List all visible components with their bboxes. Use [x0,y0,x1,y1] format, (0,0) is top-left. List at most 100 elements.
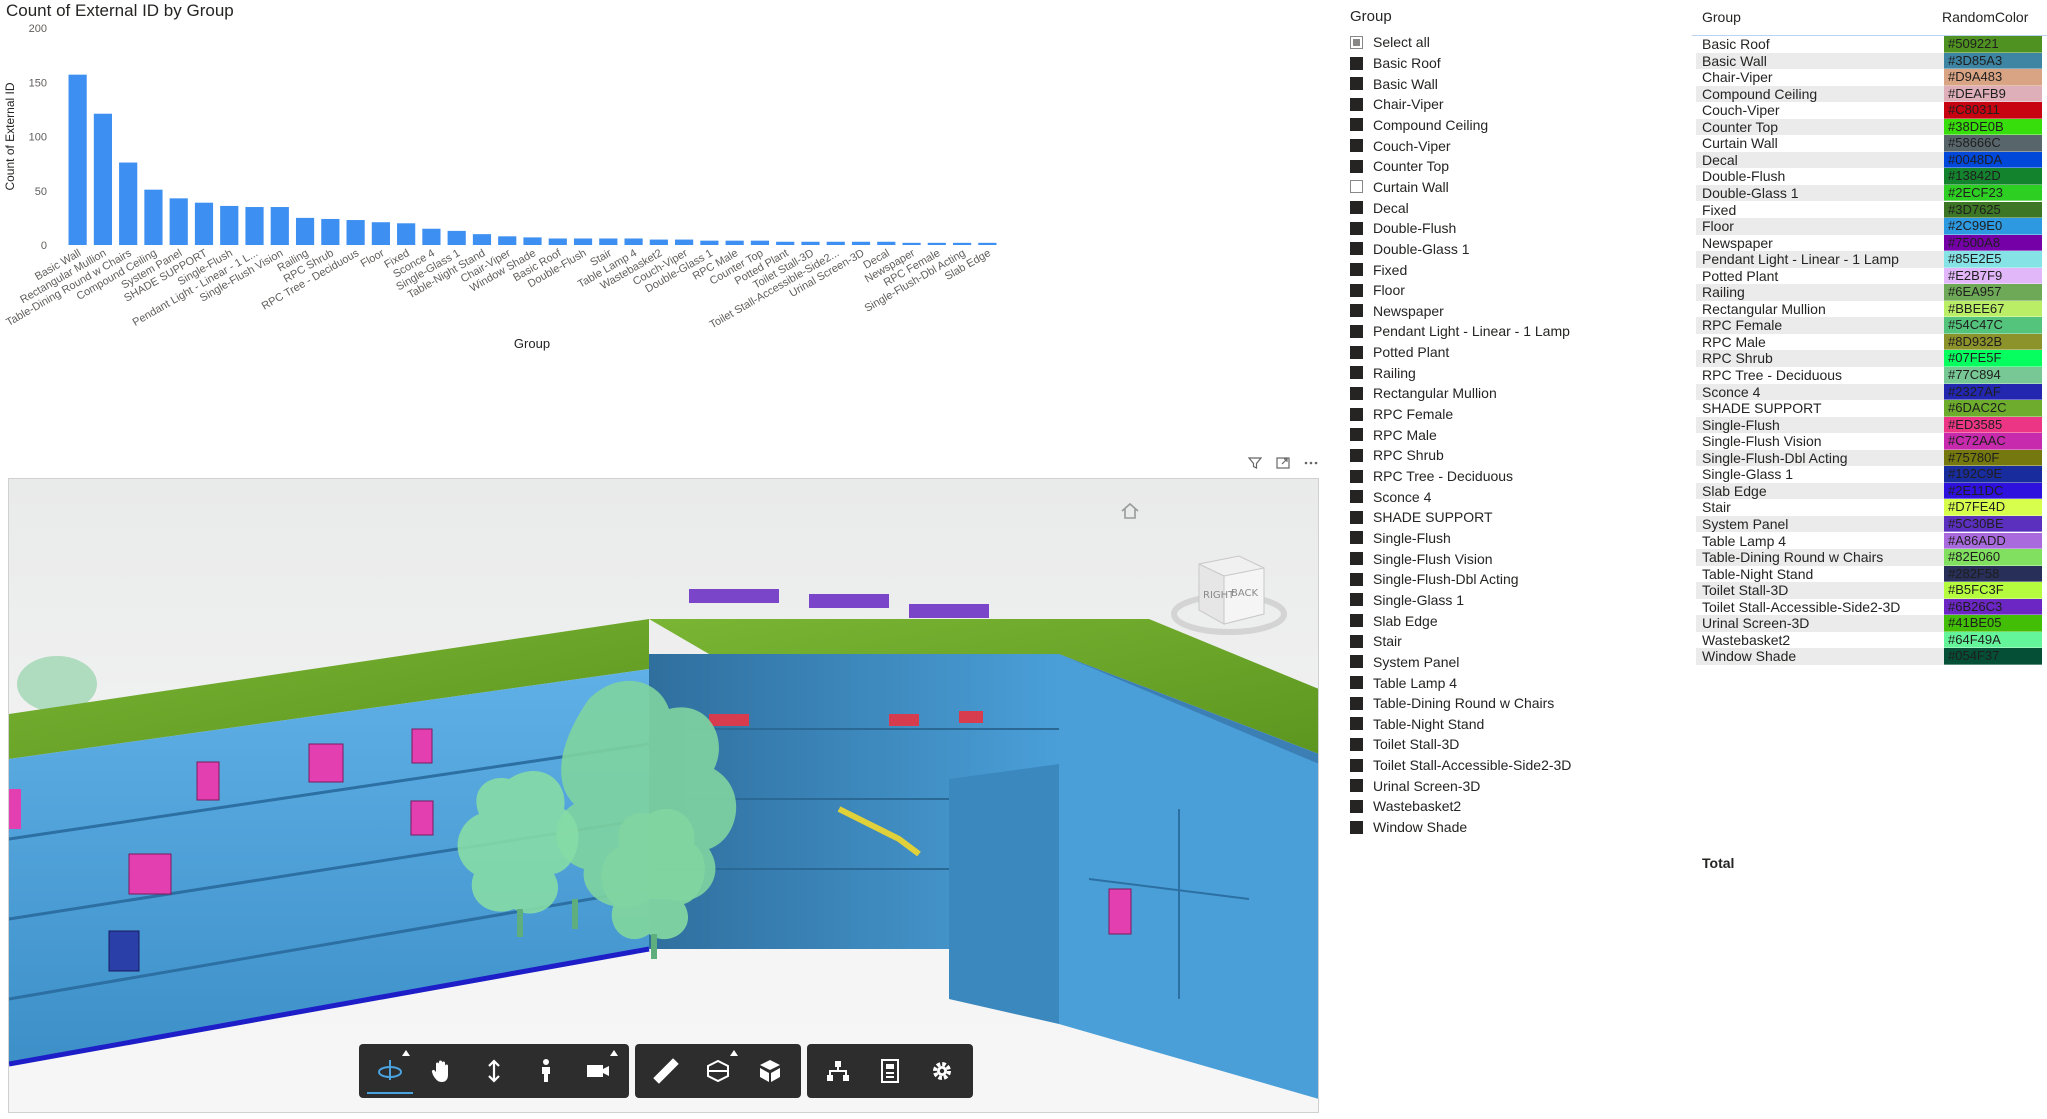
bar[interactable] [397,223,416,245]
slicer-item[interactable]: RPC Tree - Deciduous [1350,465,1513,487]
zoom-icon[interactable] [471,1048,517,1094]
bar[interactable] [877,241,896,245]
bar[interactable] [851,241,871,245]
bar[interactable] [675,239,694,245]
checkbox-checked[interactable] [1350,820,1363,834]
focus-mode-icon[interactable] [1274,454,1292,472]
checkbox-checked[interactable] [1350,552,1363,566]
slicer-item[interactable]: Window Shade [1350,816,1467,838]
checkbox-checked[interactable] [1350,304,1363,318]
slicer-item[interactable]: RPC Female [1350,403,1453,425]
bar-chart-visual[interactable]: Count of External ID by Group 0 50 100 150 2… [0,0,1330,455]
bar[interactable] [119,162,138,245]
slicer-item[interactable]: Double-Flush [1350,217,1456,239]
bar[interactable] [371,222,390,245]
checkbox-checked[interactable] [1350,676,1363,689]
slicer-item[interactable]: Wastebasket2 [1350,795,1461,817]
camera-icon[interactable] [575,1048,621,1094]
checkbox-checked[interactable] [1350,324,1363,338]
bar-chart[interactable]: 050100150200Count of External IDGroupBas… [0,0,1330,455]
first-person-icon[interactable] [523,1048,569,1094]
bar[interactable] [548,238,567,245]
column-header-group[interactable]: Group [1702,9,1741,25]
checkbox-checked[interactable] [1350,696,1363,710]
bar[interactable] [498,236,517,245]
checkbox-checked[interactable] [1350,242,1363,256]
building-model-scene[interactable] [9,479,1319,1113]
bar[interactable] [599,238,618,245]
checkbox-checked[interactable] [1350,634,1363,648]
view-cube[interactable]: RIGHT BACK [1169,534,1289,649]
bar[interactable] [270,207,289,245]
checkbox-checked[interactable] [1350,799,1363,813]
bar[interactable] [978,242,997,245]
slicer-item[interactable]: Single-Flush-Dbl Acting [1350,568,1519,590]
slicer-item[interactable]: SHADE SUPPORT [1350,506,1493,528]
slicer-item[interactable]: Fixed [1350,259,1407,281]
filter-icon[interactable] [1246,454,1264,472]
orbit-icon[interactable] [367,1048,413,1094]
pan-icon[interactable] [419,1048,465,1094]
checkbox-checked[interactable] [1350,779,1363,793]
bar[interactable] [624,238,643,245]
slicer-item[interactable]: Decal [1350,197,1409,219]
select-all-checkbox[interactable] [1350,35,1363,49]
slicer-item[interactable]: Table-Night Stand [1350,713,1484,735]
settings-icon[interactable] [919,1048,965,1094]
bar[interactable] [321,218,340,245]
slicer-item[interactable]: Couch-Viper [1350,135,1451,157]
bar[interactable] [295,217,315,245]
slicer-item[interactable]: Single-Glass 1 [1350,589,1464,611]
slicer-item[interactable]: Single-Flush Vision [1350,548,1493,570]
checkbox-checked[interactable] [1350,283,1363,297]
slicer-item[interactable]: Rectangular Mullion [1350,382,1497,404]
slicer-item[interactable]: Curtain Wall [1350,176,1449,198]
slicer-item[interactable]: Pendant Light - Linear - 1 Lamp [1350,320,1570,342]
slicer-item[interactable]: Chair-Viper [1350,93,1444,115]
slicer-item[interactable]: Potted Plant [1350,341,1449,363]
slicer-item[interactable]: RPC Male [1350,424,1437,446]
checkbox-checked[interactable] [1350,572,1363,586]
slicer-item[interactable]: Sconce 4 [1350,486,1431,508]
checkbox-checked[interactable] [1350,593,1363,607]
bar[interactable] [952,242,972,245]
slicer-item[interactable]: Basic Roof [1350,52,1441,74]
checkbox-checked[interactable] [1350,159,1363,173]
measure-icon[interactable] [643,1048,689,1094]
checkbox-checked[interactable] [1350,139,1363,153]
3d-model-viewer[interactable]: RIGHT BACK [8,478,1319,1113]
checkbox-checked[interactable] [1350,386,1363,400]
checkbox-checked[interactable] [1350,201,1363,215]
slicer-item[interactable]: Single-Flush [1350,527,1451,549]
slicer-item[interactable]: Newspaper [1350,300,1444,322]
slicer-item[interactable]: Double-Glass 1 [1350,238,1470,260]
slicer-item[interactable]: Toilet Stall-3D [1350,733,1459,755]
bar[interactable] [750,240,770,245]
bar[interactable] [927,242,946,245]
bar[interactable] [68,74,87,245]
home-icon[interactable] [1119,501,1141,526]
bar[interactable] [700,240,719,245]
checkbox-checked[interactable] [1350,717,1363,731]
slicer-item[interactable]: Slab Edge [1350,610,1438,632]
more-options-icon[interactable] [1302,454,1320,472]
bar[interactable] [169,198,188,245]
checkbox-checked[interactable] [1350,366,1363,380]
model-browser-icon[interactable] [815,1048,861,1094]
slicer-item[interactable]: Stair [1350,630,1402,652]
bar[interactable] [245,207,264,245]
checkbox-unchecked[interactable] [1350,180,1363,194]
checkbox-checked[interactable] [1350,407,1363,421]
checkbox-checked[interactable] [1350,655,1363,669]
checkbox-checked[interactable] [1350,531,1363,545]
bar[interactable] [801,241,820,245]
bar[interactable] [573,238,593,245]
bar[interactable] [93,113,113,245]
bar[interactable] [346,220,365,245]
slicer-item[interactable]: Counter Top [1350,155,1449,177]
slicer-item[interactable]: System Panel [1350,651,1459,673]
slicer-item[interactable]: Table-Dining Round w Chairs [1350,692,1554,714]
bar[interactable] [472,234,492,245]
checkbox-checked[interactable] [1350,614,1363,628]
bar[interactable] [447,230,466,245]
